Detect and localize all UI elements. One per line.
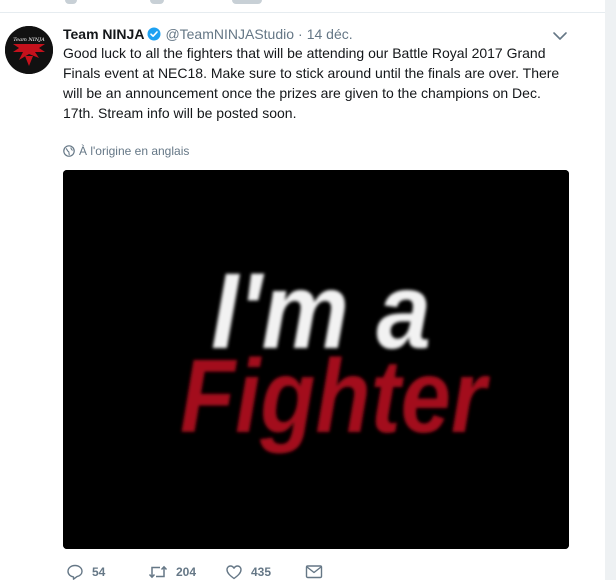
tweet-header: Team NINJA @TeamNINJAStudio · 14 déc. <box>63 25 353 43</box>
tweet-media-image[interactable]: I'm a Fighter <box>63 170 569 549</box>
separator: · <box>298 26 303 42</box>
retweet-button[interactable]: 204 <box>148 562 196 580</box>
team-ninja-logo: Team NINJA <box>5 26 53 74</box>
retweet-icon[interactable] <box>150 0 164 4</box>
globe-icon <box>63 145 75 157</box>
translation-note[interactable]: À l'origine en anglais <box>63 143 189 159</box>
envelope-icon <box>305 565 323 579</box>
avatar-logo-text: Team NINJA <box>13 37 45 43</box>
fighter-image: I'm a Fighter <box>63 170 569 549</box>
retweet-icon <box>148 565 168 579</box>
scrollbar-track[interactable] <box>605 0 616 580</box>
reply-icon <box>67 564 83 580</box>
reply-count: 54 <box>92 565 106 579</box>
direct-message-button[interactable] <box>305 562 323 580</box>
media-text-line2: Fighter <box>180 339 491 455</box>
previous-tweet-action-bar <box>0 0 605 13</box>
heart-icon[interactable] <box>232 0 262 4</box>
tweet-card[interactable]: Team NINJA Team NINJA @TeamNINJAStudio ·… <box>0 13 605 580</box>
translation-note-label: À l'origine en anglais <box>79 144 190 158</box>
tweet-text: Good luck to all the fighters that will … <box>63 45 560 121</box>
avatar[interactable]: Team NINJA <box>5 26 53 74</box>
like-count: 435 <box>251 565 272 579</box>
reply-button[interactable]: 54 <box>66 562 105 580</box>
verified-badge-icon <box>147 27 161 41</box>
reply-icon[interactable] <box>65 0 77 4</box>
retweet-count: 204 <box>176 565 197 579</box>
chevron-down-icon[interactable] <box>552 29 568 41</box>
author-name[interactable]: Team NINJA <box>63 26 144 42</box>
like-button[interactable]: 435 <box>225 562 271 580</box>
author-handle[interactable]: @TeamNINJAStudio <box>165 26 294 42</box>
tweet-date[interactable]: 14 déc. <box>307 26 353 42</box>
tweet-actions: 54 204 435 <box>63 562 363 580</box>
timeline-view: Team NINJA Team NINJA @TeamNINJAStudio ·… <box>0 0 616 580</box>
heart-icon <box>226 565 242 580</box>
